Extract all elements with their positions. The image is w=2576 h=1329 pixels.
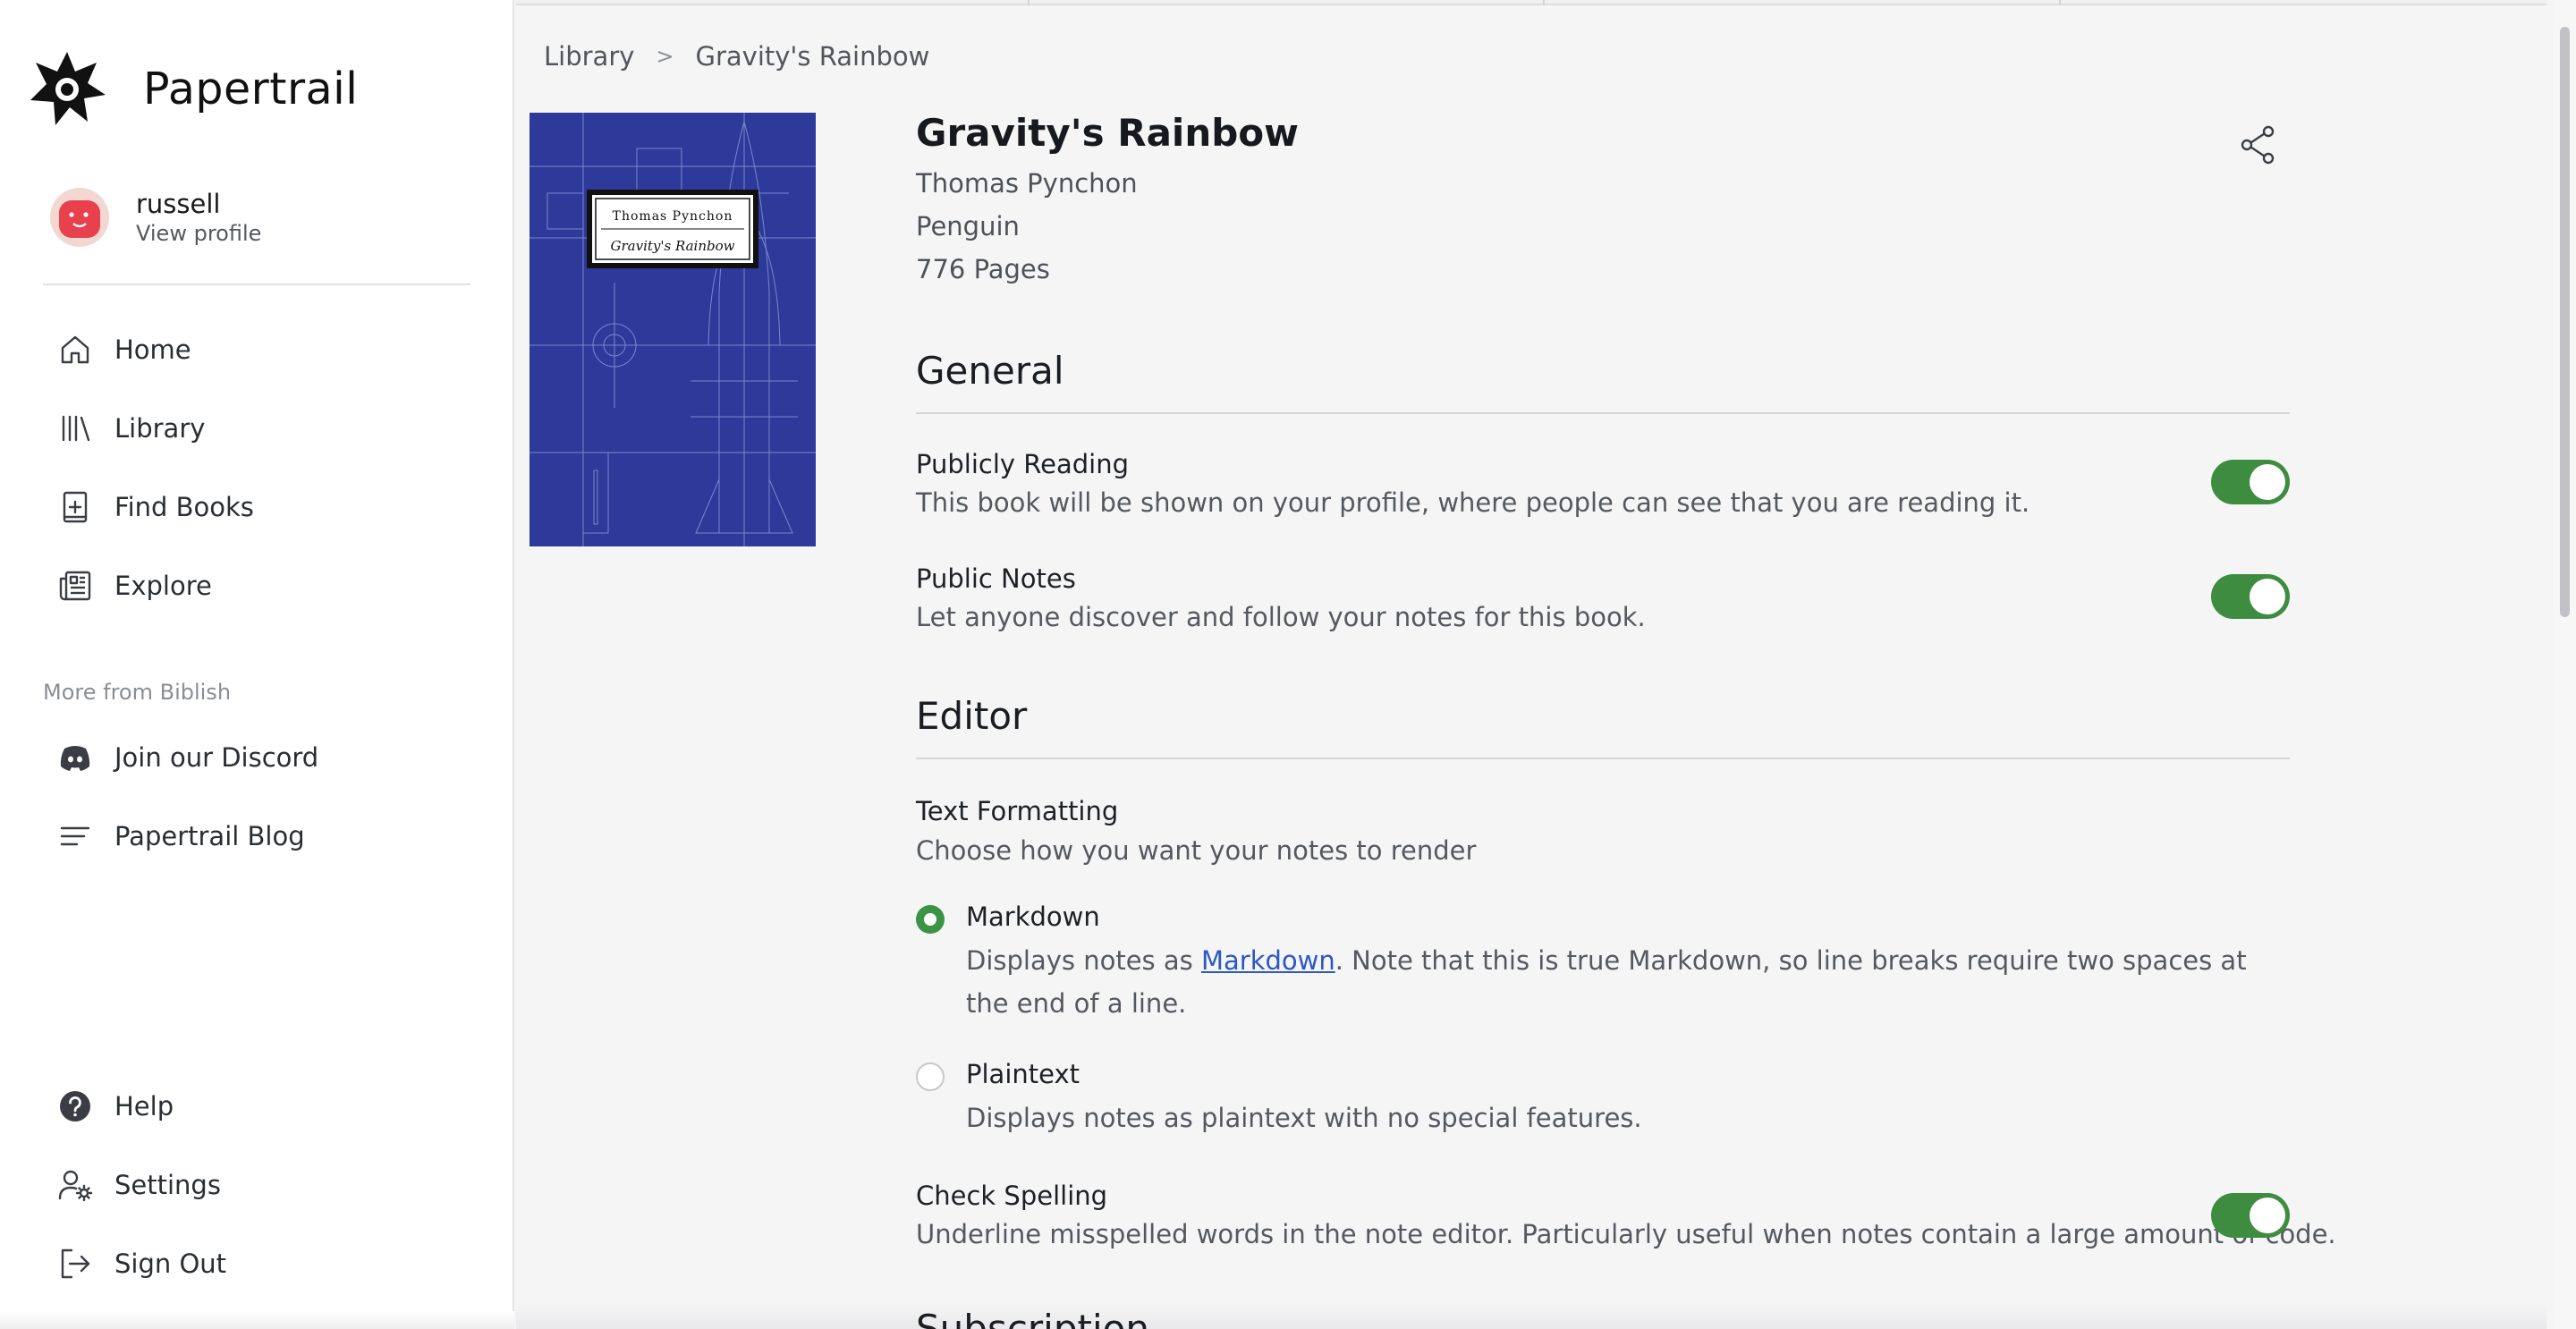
text-formatting-desc: Choose how you want your notes to render xyxy=(916,835,1477,866)
sidebar-item-explore[interactable]: Explore xyxy=(0,546,514,625)
bottom-nav: Help Settings Sign Out xyxy=(0,1067,514,1303)
papertrail-logo-icon xyxy=(30,52,106,125)
content-bottom-shadow xyxy=(516,1302,2546,1329)
sidebar-item-find-books[interactable]: Find Books xyxy=(0,468,514,546)
public-notes-desc: Let anyone discover and follow your note… xyxy=(916,602,1646,632)
plaintext-radio[interactable] xyxy=(916,1062,945,1091)
plaintext-desc: Displays notes as plaintext with no spec… xyxy=(966,1103,1642,1133)
discord-icon xyxy=(60,746,90,771)
more-nav: Join our Discord Papertrail Blog xyxy=(0,718,514,876)
library-icon xyxy=(62,415,90,442)
breadcrumb: Library > Gravity's Rainbow xyxy=(544,41,929,72)
markdown-desc-text: Displays notes as xyxy=(966,945,1201,976)
markdown-radio[interactable] xyxy=(916,905,945,934)
subscription-heading: Subscription xyxy=(916,1311,1149,1329)
toggle-knob xyxy=(2250,579,2285,614)
home-icon xyxy=(61,335,89,364)
public-notes-toggle[interactable] xyxy=(2211,574,2290,619)
markdown-label[interactable]: Markdown xyxy=(966,902,1100,932)
view-profile-link[interactable]: View profile xyxy=(136,220,261,247)
book-publisher: Penguin xyxy=(916,211,1020,241)
rocket-blueprint-icon: Thomas Pynchon Gravity's Rainbow xyxy=(530,113,816,546)
publicly-reading-toggle[interactable] xyxy=(2211,460,2290,504)
sidebar-item-label: Join our Discord xyxy=(114,742,319,773)
avatar[interactable] xyxy=(50,188,109,247)
book-pages: 776 Pages xyxy=(916,254,1050,284)
page-scrollbar[interactable] xyxy=(2553,0,2576,1329)
sidebar-item-label: Settings xyxy=(114,1170,221,1200)
sidebar-item-discord[interactable]: Join our Discord xyxy=(0,718,514,797)
public-notes-title: Public Notes xyxy=(916,563,1076,594)
sidebar-item-home[interactable]: Home xyxy=(0,310,514,389)
sidebar-item-label: Papertrail Blog xyxy=(114,821,305,851)
sidebar-bottom-shadow xyxy=(0,1311,514,1329)
text-formatting-title: Text Formatting xyxy=(916,796,1119,826)
book-title: Gravity's Rainbow xyxy=(916,111,1299,155)
sidebar: Papertrail russell View profile Home Lib… xyxy=(0,0,514,1329)
general-divider xyxy=(916,412,2290,414)
cover-title-text: Gravity's Rainbow xyxy=(611,238,735,254)
sidebar-item-help[interactable]: Help xyxy=(0,1067,514,1146)
breadcrumb-library-link[interactable]: Library xyxy=(544,41,634,72)
toggle-knob xyxy=(2250,1198,2285,1233)
sidebar-item-label: Help xyxy=(114,1091,174,1122)
book-author[interactable]: Thomas Pynchon xyxy=(916,168,1138,199)
sidebar-item-library[interactable]: Library xyxy=(0,389,514,468)
sidebar-item-label: Find Books xyxy=(114,492,254,522)
general-heading: General xyxy=(916,349,1064,393)
user-name: russell xyxy=(136,189,221,219)
more-section-label: More from Biblish xyxy=(43,680,232,705)
scrollbar-thumb[interactable] xyxy=(2560,27,2570,617)
cover-author-text: Thomas Pynchon xyxy=(613,209,733,224)
check-spelling-title: Check Spelling xyxy=(916,1181,1108,1211)
find-books-icon xyxy=(63,491,88,523)
sidebar-item-label: Home xyxy=(114,334,191,365)
check-spelling-desc: Underline misspelled words in the note e… xyxy=(916,1219,2336,1249)
blog-icon xyxy=(60,826,90,846)
user-profile[interactable]: russell View profile xyxy=(50,188,261,247)
tab-strip-edge xyxy=(516,0,2546,5)
sidebar-item-settings[interactable]: Settings xyxy=(0,1146,514,1224)
explore-icon xyxy=(59,571,91,601)
markdown-link[interactable]: Markdown xyxy=(1201,945,1335,976)
breadcrumb-current: Gravity's Rainbow xyxy=(695,41,930,72)
editor-divider xyxy=(916,758,2290,759)
sidebar-item-label: Library xyxy=(114,413,206,444)
share-icon[interactable] xyxy=(2240,125,2275,165)
help-icon xyxy=(60,1091,90,1122)
sidebar-item-blog[interactable]: Papertrail Blog xyxy=(0,797,514,876)
sidebar-item-label: Explore xyxy=(114,571,212,601)
check-spelling-toggle[interactable] xyxy=(2211,1193,2290,1238)
sidebar-item-label: Sign Out xyxy=(114,1249,227,1279)
markdown-desc: Displays notes as Markdown. Note that th… xyxy=(966,939,2290,1025)
brand[interactable]: Papertrail xyxy=(29,50,358,127)
publicly-reading-title: Publicly Reading xyxy=(916,449,1129,479)
sign-out-icon xyxy=(61,1249,90,1279)
sidebar-divider xyxy=(43,284,470,285)
editor-heading: Editor xyxy=(916,694,1028,738)
sidebar-item-sign-out[interactable]: Sign Out xyxy=(0,1224,514,1303)
app-name: Papertrail xyxy=(143,63,359,114)
publicly-reading-desc: This book will be shown on your profile,… xyxy=(916,487,2030,518)
main-nav: Home Library Find Books Explore xyxy=(0,310,514,625)
avatar-face-icon xyxy=(59,200,100,238)
plaintext-label[interactable]: Plaintext xyxy=(966,1059,1080,1089)
toggle-knob xyxy=(2250,464,2285,500)
book-cover[interactable]: Thomas Pynchon Gravity's Rainbow xyxy=(530,113,816,546)
chevron-right-icon: > xyxy=(656,44,674,69)
settings-icon xyxy=(58,1170,93,1202)
